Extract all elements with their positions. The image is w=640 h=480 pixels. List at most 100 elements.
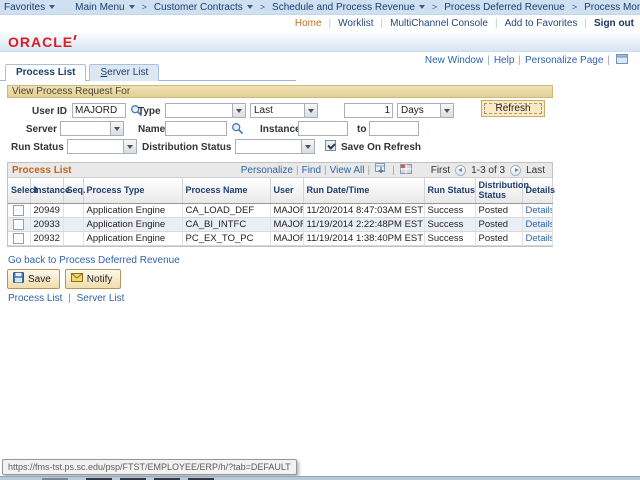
cell-process-type: Application Engine <box>83 217 182 231</box>
breadcrumb-customer-contracts[interactable]: Customer Contracts <box>154 2 253 13</box>
find-link[interactable]: Find <box>302 165 321 176</box>
instance-input[interactable] <box>298 121 348 136</box>
breadcrumb-favorites[interactable]: Favorites <box>4 2 55 13</box>
save-on-refresh-checkbox[interactable] <box>325 140 336 151</box>
divider: | <box>495 18 498 29</box>
grid-toolbar: Process List Personalize | Find | View A… <box>8 163 552 178</box>
instance-to-input[interactable] <box>369 121 419 136</box>
process-list-footer-link[interactable]: Process List <box>8 293 62 304</box>
home-link[interactable]: Home <box>295 18 322 29</box>
notify-button[interactable]: Notify <box>65 269 122 289</box>
personalize-link[interactable]: Personalize <box>241 165 293 176</box>
breadcrumb-main-menu[interactable]: Main Menu <box>75 2 134 13</box>
row-select-checkbox[interactable] <box>13 219 24 230</box>
col-header-run-datetime[interactable]: Run Date/Time <box>303 178 424 203</box>
days-select-value: Days <box>401 105 424 116</box>
previous-page-icon[interactable] <box>455 165 466 176</box>
tab-label: Process List <box>16 67 75 78</box>
oracle-logo-tick <box>73 35 76 40</box>
name-lookup-icon[interactable] <box>231 122 244 135</box>
last-select[interactable]: Last <box>250 103 318 118</box>
multichannel-console-link[interactable]: MultiChannel Console <box>390 18 488 29</box>
view-all-link[interactable]: View All <box>330 165 365 176</box>
refresh-button[interactable]: Refresh <box>481 100 545 117</box>
pager-first-label: First <box>431 165 450 176</box>
days-select[interactable]: Days <box>397 103 454 118</box>
col-header-user[interactable]: User <box>270 178 303 203</box>
tab-server-list[interactable]: Server List <box>89 64 159 81</box>
cell-run-status: Success <box>424 217 475 231</box>
copy-url-icon[interactable] <box>616 54 628 67</box>
cell-select <box>8 231 30 245</box>
name-input[interactable] <box>165 121 227 136</box>
dropdown-arrow-icon <box>232 104 245 117</box>
col-header-process-type[interactable]: Process Type <box>83 178 182 203</box>
page-actions: New Window | Help | Personalize Page | <box>425 54 630 67</box>
sign-out-link[interactable]: Sign out <box>594 18 634 29</box>
col-header-run-status[interactable]: Run Status <box>424 178 475 203</box>
cell-details: Details <box>522 203 552 217</box>
last-count-input[interactable] <box>344 103 393 118</box>
save-button[interactable]: Save <box>7 269 60 289</box>
cell-distribution-status: Posted <box>475 203 522 217</box>
dropdown-arrow-icon <box>301 140 314 153</box>
crumb-label: Process Deferred Revenue <box>444 2 565 13</box>
breadcrumb-process-deferred-revenue[interactable]: Process Deferred Revenue <box>444 2 565 13</box>
cell-distribution-status: Posted <box>475 231 522 245</box>
col-header-process-name[interactable]: Process Name <box>182 178 270 203</box>
breadcrumb-process-monitor[interactable]: Process Monitor <box>584 2 640 13</box>
col-header-seq[interactable]: Seq. <box>63 178 83 203</box>
server-list-footer-link[interactable]: Server List <box>77 293 125 304</box>
go-back-link[interactable]: Go back to Process Deferred Revenue <box>8 255 180 266</box>
server-label: Server <box>7 124 57 135</box>
user-id-input[interactable] <box>72 103 126 118</box>
cell-seq <box>63 203 83 217</box>
divider: | <box>584 18 587 29</box>
logo-band: ORACLE <box>0 31 640 52</box>
chevron-down-icon <box>49 5 55 9</box>
dropdown-arrow-icon <box>110 122 123 135</box>
notify-button-label: Notify <box>87 274 113 285</box>
distribution-status-select[interactable] <box>235 139 315 154</box>
table-row: 20949 Application Engine CA_LOAD_DEF MAJ… <box>8 203 552 217</box>
server-select[interactable] <box>60 121 124 136</box>
cell-seq <box>63 217 83 231</box>
new-window-link[interactable]: New Window <box>425 55 483 66</box>
pager-last-label: Last <box>526 165 545 176</box>
cell-details: Details <box>522 231 552 245</box>
details-link[interactable]: Details <box>526 219 553 230</box>
dropdown-arrow-icon <box>123 140 136 153</box>
cell-run-status: Success <box>424 231 475 245</box>
worklist-link[interactable]: Worklist <box>338 18 373 29</box>
run-status-select[interactable] <box>67 139 137 154</box>
divider: | <box>296 165 299 176</box>
type-select[interactable] <box>165 103 246 118</box>
col-header-distribution-status[interactable]: Distribution Status <box>475 178 522 203</box>
name-label: Name <box>138 124 165 135</box>
details-link[interactable]: Details <box>526 205 553 216</box>
breadcrumb-schedule-process-revenue[interactable]: Schedule and Process Revenue <box>272 2 425 13</box>
help-link[interactable]: Help <box>494 55 515 66</box>
status-url-tooltip: https://fms-tst.ps.sc.edu/psp/FTST/EMPLO… <box>2 459 297 475</box>
row-select-checkbox[interactable] <box>13 205 24 216</box>
next-page-icon[interactable] <box>510 165 521 176</box>
divider: | <box>381 18 384 29</box>
details-link[interactable]: Details <box>526 233 553 244</box>
divider: | <box>392 165 395 176</box>
download-icon[interactable] <box>375 163 387 177</box>
col-header-instance[interactable]: Instance <box>30 178 63 203</box>
notify-envelope-icon <box>71 273 83 285</box>
personalize-page-link[interactable]: Personalize Page <box>525 55 603 66</box>
add-to-favorites-link[interactable]: Add to Favorites <box>505 18 578 29</box>
cell-seq <box>63 231 83 245</box>
tab-process-list[interactable]: Process List <box>5 64 86 81</box>
divider: | <box>487 55 490 66</box>
row-select-checkbox[interactable] <box>13 233 24 244</box>
cell-run-status: Success <box>424 203 475 217</box>
cell-user: MAJORD <box>270 203 303 217</box>
spreadsheet-icon[interactable] <box>400 163 412 177</box>
crumb-label: Process Monitor <box>584 2 640 13</box>
main-menu-label: Main Menu <box>75 2 124 13</box>
action-buttons: Save Notify <box>7 269 126 289</box>
cell-select <box>8 203 30 217</box>
